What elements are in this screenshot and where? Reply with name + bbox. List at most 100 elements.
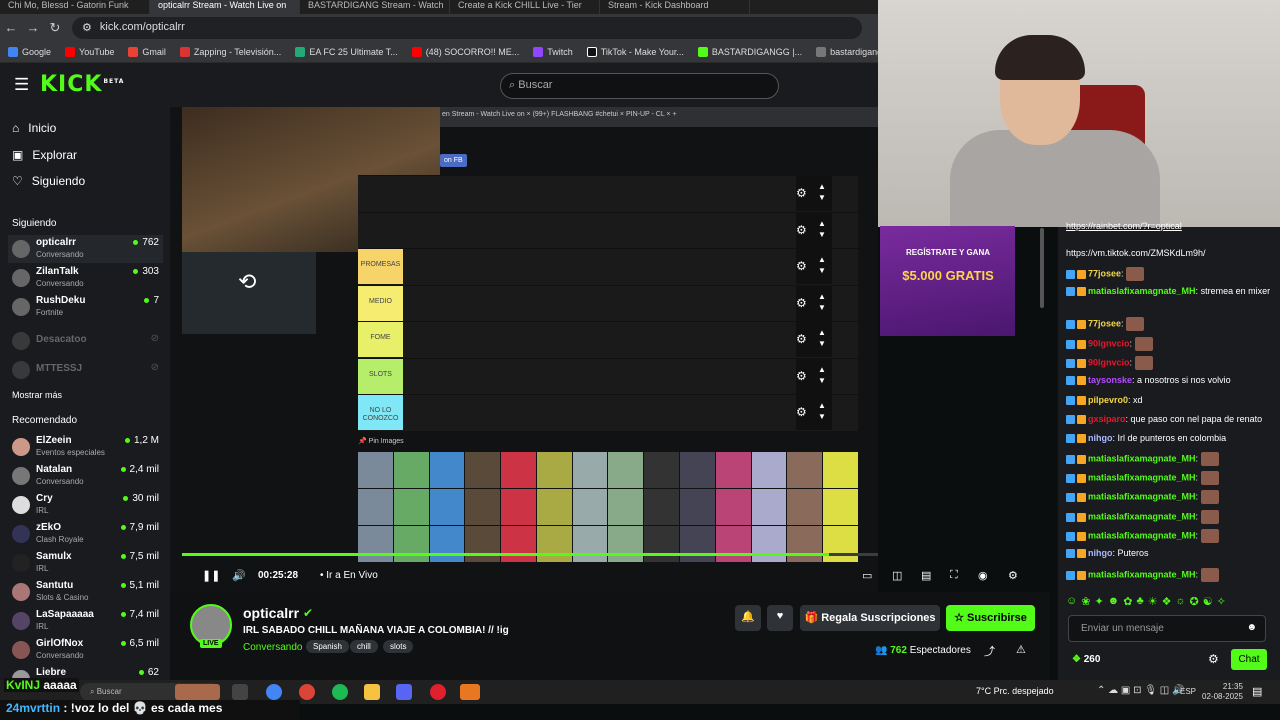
pause-icon[interactable]: ❚❚ — [202, 569, 220, 582]
language-indicator[interactable]: ESP — [1180, 687, 1196, 696]
bookmark[interactable]: (48) SOCORRO!! ME... — [411, 46, 519, 57]
settings-icon[interactable]: ⚙ — [1008, 569, 1018, 582]
weather-widget[interactable]: 7°C Prc. despejado — [976, 686, 1054, 696]
quality-icon[interactable]: ◉ — [978, 569, 988, 582]
follow-button[interactable]: ♥ — [767, 605, 793, 631]
bookmark[interactable]: Twitch — [533, 46, 573, 57]
report-icon[interactable]: ⚠ — [1016, 643, 1026, 656]
discord-icon[interactable] — [396, 684, 412, 700]
thumbnail[interactable] — [358, 452, 393, 488]
thumbnail[interactable] — [787, 452, 823, 488]
thumbnail[interactable] — [429, 489, 465, 525]
thumbnail[interactable] — [787, 526, 823, 562]
recommended-channel-item[interactable]: LaSapaaaaa IRL 7,4 mil — [8, 607, 163, 635]
forward-icon[interactable]: → — [22, 20, 44, 35]
channel-item[interactable]: Desacatoo ⊘ — [8, 327, 163, 355]
chat-username[interactable]: nihgo — [1088, 548, 1113, 558]
emote-icon[interactable]: ☼ — [1175, 595, 1185, 608]
browser-tab-active[interactable]: opticalrr Stream - Watch Live on — [150, 0, 300, 14]
thumbnail[interactable] — [536, 489, 572, 525]
bookmark[interactable]: TikTok - Make Your... — [586, 46, 684, 57]
chrome-icon[interactable] — [299, 684, 315, 700]
back-icon[interactable]: ← — [0, 20, 22, 35]
recommended-channel-item[interactable]: zEkO Clash Royale 7,9 mil — [8, 520, 163, 548]
chat-username[interactable]: 90lgnvcio — [1088, 338, 1130, 348]
clock[interactable]: 21:35 02-08-2025 — [1202, 682, 1243, 702]
system-tray[interactable]: ⌃ ☁ ▣ ⊡ 🎙 ◫ 🔊 — [1097, 685, 1184, 696]
thumbnail[interactable] — [680, 452, 715, 488]
chat-username[interactable]: 77josee — [1088, 318, 1121, 328]
bookmark[interactable]: YouTube — [65, 46, 114, 57]
thumbnail[interactable] — [393, 489, 429, 525]
emote-icon[interactable]: ✧ — [1217, 595, 1226, 608]
chat-send-button[interactable]: Chat — [1231, 649, 1267, 670]
chat-username[interactable]: nihgo — [1088, 433, 1113, 443]
chevron-icons[interactable]: ▲ ▼ — [818, 218, 826, 240]
chat-username[interactable]: matiaslafixamagnate_MH — [1088, 286, 1196, 296]
chat-username[interactable]: gxsiparo — [1088, 414, 1126, 424]
clip-icon[interactable]: ▤ — [921, 569, 931, 582]
nav-explorar[interactable]: ▣ Explorar — [12, 148, 77, 162]
chat-username[interactable]: matiaslafixamagnate_MH — [1088, 472, 1196, 482]
bookmark[interactable]: Gmail — [128, 46, 166, 57]
emote-icon[interactable]: ☻ — [1108, 595, 1120, 608]
thumbnail[interactable] — [608, 452, 644, 488]
chat-username[interactable]: 90lgnvcio — [1088, 357, 1130, 367]
thumbnail[interactable] — [501, 526, 536, 562]
emote-icon[interactable]: ☺ — [1066, 595, 1077, 608]
browser-tab[interactable]: Chi Mo, Blessd - Gatorin Funk — [0, 0, 150, 14]
chat-username[interactable]: matiaslafixamagnate_MH — [1088, 569, 1196, 579]
thumbnail[interactable] — [715, 489, 751, 525]
subscribe-button[interactable]: ☆ Suscribirse — [946, 605, 1035, 631]
thumbnail[interactable] — [823, 526, 858, 562]
emote-icon[interactable]: ✿ — [1123, 595, 1132, 608]
bookmark[interactable]: EA FC 25 Ultimate T... — [295, 46, 398, 57]
gear-icon[interactable]: ⚙ — [796, 186, 807, 200]
browser-tab[interactable]: Create a Kick CHILL Live - Tier — [450, 0, 600, 14]
tag[interactable]: Spanish — [306, 640, 349, 653]
progress-bar[interactable] — [182, 553, 878, 556]
thumbnail[interactable] — [751, 526, 787, 562]
chat-username[interactable]: pilpevro0 — [1088, 395, 1128, 405]
gift-subs-button[interactable]: 🎁 Regala Suscripciones — [800, 605, 940, 631]
recommended-channel-item[interactable]: Santutu Slots & Casino 5,1 mil — [8, 578, 163, 606]
channel-item[interactable]: ZilanTalk Conversando 303 — [8, 264, 163, 292]
task-view-icon[interactable] — [232, 684, 248, 700]
gear-icon[interactable]: ⚙ — [796, 405, 807, 419]
emote-icon[interactable]: ☀ — [1148, 595, 1158, 608]
channel-points[interactable]: ❖ 260 — [1072, 654, 1100, 665]
chat-username[interactable]: matiaslafixamagnate_MH — [1088, 530, 1196, 540]
chevron-icons[interactable]: ▲ ▼ — [818, 291, 826, 313]
folder-icon[interactable] — [364, 684, 380, 700]
thumbnail[interactable] — [465, 452, 501, 488]
chat-username[interactable]: matiaslafixamagnate_MH — [1088, 491, 1196, 501]
gear-icon[interactable]: ⚙ — [796, 259, 807, 273]
tag[interactable]: slots — [383, 640, 414, 653]
thumbnail[interactable] — [429, 526, 465, 562]
channel-item[interactable]: opticalrr Conversando 762 — [8, 235, 163, 263]
obs-icon[interactable] — [430, 684, 446, 700]
reload-icon[interactable]: ↻ — [44, 20, 66, 36]
recommended-channel-item[interactable]: Cry IRL 30 mil — [8, 491, 163, 519]
go-live-button[interactable]: • Ir a En Vivo — [320, 570, 378, 581]
thumbnail[interactable] — [608, 526, 644, 562]
thumbnail[interactable] — [501, 452, 536, 488]
theater-icon[interactable]: ▭ — [862, 569, 872, 582]
thumbnail[interactable] — [644, 526, 680, 562]
chat-pinned-link[interactable]: https://rainbet.com/?r=optical — [1066, 221, 1182, 231]
stream-category[interactable]: Conversando — [243, 642, 302, 653]
emote-icon[interactable]: ❖ — [1162, 595, 1172, 608]
app-icon[interactable] — [460, 684, 480, 700]
taskbar-image-icon[interactable] — [175, 684, 220, 700]
chat-username[interactable]: matiaslafixamagnate_MH — [1088, 453, 1196, 463]
nav-inicio[interactable]: ⌂ Inicio — [12, 121, 56, 135]
notification-icon[interactable]: ▤ — [1252, 685, 1262, 698]
thumbnail[interactable] — [572, 452, 608, 488]
bookmark[interactable]: Zapping - Televisión... — [179, 46, 281, 57]
thumbnail[interactable] — [751, 452, 787, 488]
emote-icon[interactable]: ✦ — [1094, 595, 1103, 608]
nav-siguiendo[interactable]: ♡ Siguiendo — [12, 174, 85, 188]
bookmark[interactable]: bastardigangg - Kic... — [816, 46, 878, 57]
browser-tab[interactable]: Stream - Kick Dashboard — [600, 0, 750, 14]
chevron-icons[interactable]: ▲ ▼ — [818, 254, 826, 276]
